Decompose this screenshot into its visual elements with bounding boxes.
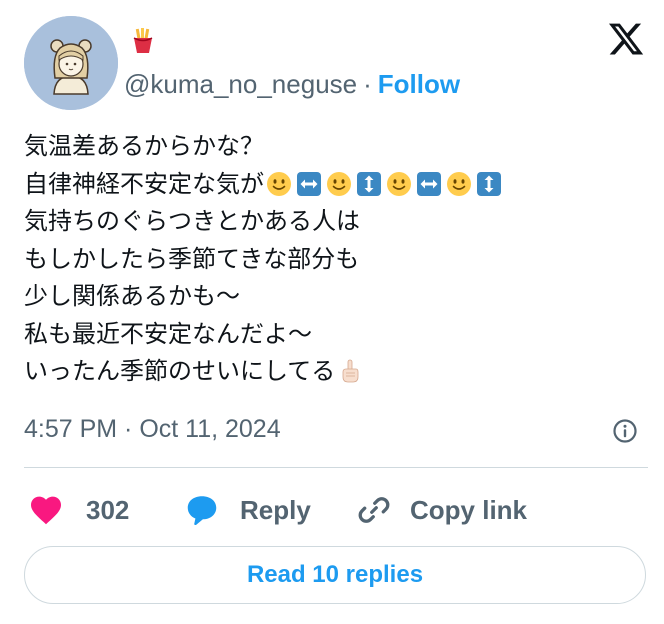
author-handle-row: @kuma_no_neguse · Follow (124, 66, 460, 102)
copy-link-button[interactable]: Copy link (356, 490, 527, 530)
slightly-smiling-face-icon (326, 171, 352, 197)
speech-bubble-icon (187, 496, 217, 526)
left-right-arrow-icon (416, 171, 442, 197)
french-fries-emoji-icon (133, 28, 153, 53)
handle-separator: · (363, 69, 372, 99)
tweet-line: 自律神経不安定な気が (24, 166, 644, 204)
like-button[interactable]: 302 (28, 490, 129, 530)
like-count: 302 (86, 494, 130, 525)
tweet-line-text: 気温差あるからかな？ (24, 133, 264, 160)
up-down-arrow-icon (356, 171, 382, 197)
tweet-line-text: もしかしたら季節てきな部分も (24, 245, 360, 273)
tweet-line: 気持ちのぐらつきとかある人は (24, 203, 644, 241)
embedded-tweet-card: @kuma_no_neguse · Follow 気温差あるからかな？ 自律神経不安… (0, 0, 664, 624)
index-pointing-up-icon (337, 358, 363, 384)
slightly-smiling-face-icon (266, 171, 292, 197)
avatar[interactable] (24, 16, 118, 110)
left-right-arrow-icon (296, 171, 322, 197)
tweet-line-text: 私も最近不安定なんだよ〜 (24, 320, 312, 348)
tweet-line-text: 少し関係あるかも〜 (24, 283, 240, 310)
heart-icon (31, 496, 61, 525)
slightly-smiling-face-icon (386, 171, 412, 197)
tweet-line: 私も最近不安定なんだよ〜 (24, 316, 644, 354)
copy-link-label: Copy link (410, 494, 528, 525)
divider (24, 467, 648, 468)
author-handle[interactable]: @kuma_no_neguse (124, 69, 357, 99)
tweet-text: 気温差あるからかな？ 自律神経不安定な気が 気持ちのぐらつきとかある人は もしか… (24, 128, 644, 391)
reply-button[interactable]: Reply (184, 490, 311, 530)
tweet-line-text: 気持ちのぐらつきとかある人は (24, 208, 360, 235)
link-icon (358, 497, 390, 523)
read-replies-button[interactable]: Read 10 replies (24, 546, 646, 604)
tweet-line: 少し関係あるかも〜 (24, 278, 644, 316)
tweet-line-text: いったん季節のせいにしてる (24, 358, 336, 385)
bear-avatar-illustration (24, 16, 118, 110)
up-down-arrow-icon (476, 171, 502, 197)
follow-button[interactable]: Follow (378, 69, 460, 99)
tweet-line-text: 自律神経不安定な気が (24, 170, 264, 198)
slightly-smiling-face-icon (446, 171, 472, 197)
reply-label: Reply (240, 494, 311, 525)
tweet-timestamp[interactable]: 4:57 PM · Oct 11, 2024 (24, 412, 281, 446)
x-logo-icon[interactable] (606, 20, 646, 58)
tweet-line: もしかしたら季節てきな部分も (24, 241, 644, 279)
tweet-line: いったん季節のせいにしてる (24, 353, 644, 391)
info-icon[interactable] (612, 418, 638, 444)
display-name[interactable] (128, 26, 158, 56)
tweet-line: 気温差あるからかな？ (24, 128, 644, 166)
